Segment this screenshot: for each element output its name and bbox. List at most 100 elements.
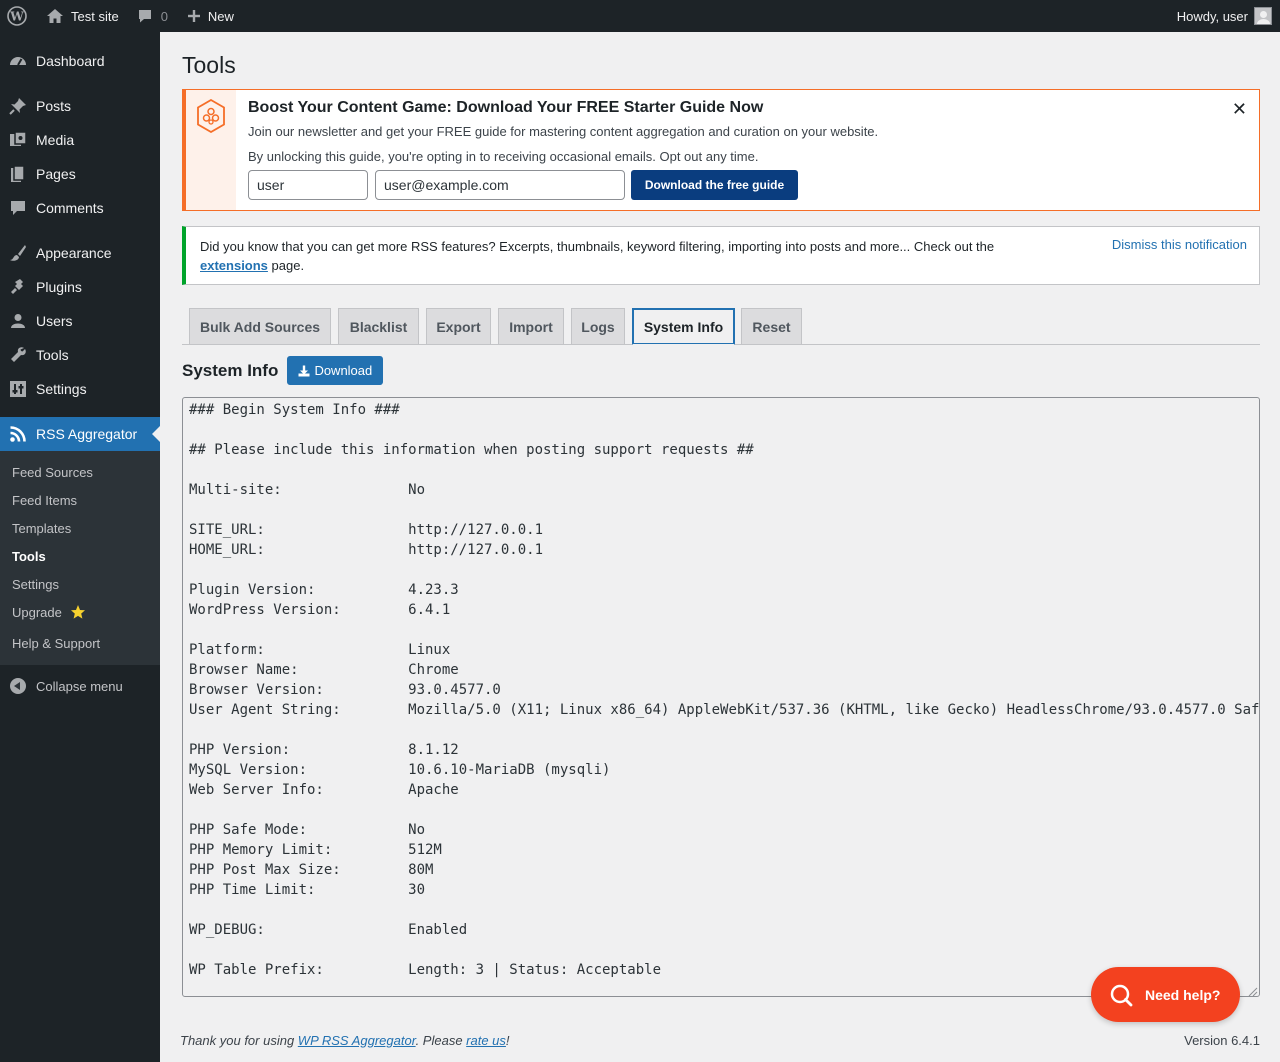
tab-export[interactable]: Export bbox=[426, 308, 491, 345]
dismiss-notification-link[interactable]: Dismiss this notification bbox=[1112, 237, 1247, 252]
download-label: Download bbox=[314, 363, 373, 378]
media-icon bbox=[8, 130, 28, 150]
my-account[interactable]: Howdy, user bbox=[1177, 7, 1280, 25]
collapse-menu-button[interactable]: Collapse menu bbox=[0, 669, 160, 703]
site-name-link[interactable]: Test site bbox=[37, 0, 127, 32]
menu-item-tools[interactable]: Tools bbox=[0, 338, 160, 372]
svg-text:W: W bbox=[9, 10, 24, 24]
system-info-title: System Info bbox=[182, 360, 279, 380]
comment-bubble-icon bbox=[135, 6, 155, 26]
download-button[interactable]: Download bbox=[287, 356, 384, 385]
user-icon bbox=[8, 311, 28, 331]
dashboard-icon bbox=[8, 51, 28, 71]
submenu-item-feed-items[interactable]: Feed Items bbox=[0, 486, 160, 514]
system-info-textarea[interactable]: ### Begin System Info ### ## Please incl… bbox=[182, 397, 1260, 997]
promo-text: Join our newsletter and get your FREE gu… bbox=[248, 124, 879, 139]
submenu-item-templates[interactable]: Templates bbox=[0, 514, 160, 542]
rss-submenu: Feed Sources Feed Items Templates Tools … bbox=[0, 451, 160, 665]
menu-label: Users bbox=[36, 313, 73, 329]
tab-bulk-add-sources[interactable]: Bulk Add Sources bbox=[189, 308, 331, 345]
menu-label: Posts bbox=[36, 98, 72, 114]
rss-icon bbox=[8, 424, 28, 444]
new-content-link[interactable]: New bbox=[176, 0, 242, 32]
menu-item-settings[interactable]: Settings bbox=[0, 372, 160, 406]
submenu-item-upgrade[interactable]: Upgrade bbox=[0, 598, 160, 626]
menu-label: Dashboard bbox=[36, 53, 105, 69]
star-icon bbox=[70, 604, 86, 620]
search-help-icon bbox=[1109, 983, 1133, 1007]
download-guide-button[interactable]: Download the free guide bbox=[631, 170, 798, 200]
promo-title: Boost Your Content Game: Download Your F… bbox=[248, 99, 764, 116]
pin-icon bbox=[8, 96, 28, 116]
promo-name-input[interactable] bbox=[248, 170, 368, 200]
plugin-link[interactable]: WP RSS Aggregator bbox=[298, 1033, 416, 1048]
hexagon-logo-icon bbox=[196, 98, 226, 210]
tab-reset[interactable]: Reset bbox=[741, 308, 802, 345]
notice-text: Did you know that you can get more RSS f… bbox=[200, 237, 1040, 275]
menu-label: Plugins bbox=[36, 279, 82, 295]
tab-system-info[interactable]: System Info bbox=[632, 308, 735, 345]
submenu-item-feed-sources[interactable]: Feed Sources bbox=[0, 458, 160, 486]
menu-label: Appearance bbox=[36, 245, 112, 261]
system-info-header: System Info Download bbox=[182, 356, 384, 385]
submenu-item-help-support[interactable]: Help & Support bbox=[0, 629, 160, 657]
tab-import[interactable]: Import bbox=[498, 308, 564, 345]
menu-item-rss-aggregator[interactable]: RSS Aggregator bbox=[0, 417, 160, 451]
tools-tabs: Bulk Add Sources Blacklist Export Import… bbox=[182, 308, 1260, 345]
notice-text-after: page. bbox=[267, 258, 305, 273]
wordpress-logo-icon[interactable]: W bbox=[0, 0, 37, 32]
menu-item-posts[interactable]: Posts bbox=[0, 89, 160, 123]
submenu-item-tools[interactable]: Tools bbox=[0, 542, 160, 570]
menu-label: Media bbox=[36, 132, 75, 148]
promo-optin-text: By unlocking this guide, you're opting i… bbox=[248, 149, 759, 164]
page-title: Tools bbox=[182, 52, 236, 78]
submenu-item-settings[interactable]: Settings bbox=[0, 570, 160, 598]
extensions-notice: Did you know that you can get more RSS f… bbox=[182, 226, 1260, 285]
wrench-icon bbox=[8, 345, 28, 365]
need-help-button[interactable]: Need help? bbox=[1091, 967, 1240, 1022]
menu-label: Comments bbox=[36, 200, 104, 216]
avatar bbox=[1254, 7, 1272, 25]
brush-icon bbox=[8, 243, 28, 263]
collapse-label: Collapse menu bbox=[36, 678, 123, 694]
rate-us-link[interactable]: rate us bbox=[466, 1033, 506, 1048]
footer-please-text: . Please bbox=[415, 1033, 467, 1048]
comment-icon bbox=[8, 198, 28, 218]
footer-end-text: ! bbox=[505, 1033, 510, 1048]
plug-icon bbox=[8, 277, 28, 297]
menu-item-pages[interactable]: Pages bbox=[0, 157, 160, 191]
promo-icon-box bbox=[186, 90, 236, 210]
footer-thanks: Thank you for using WP RSS Aggregator. P… bbox=[180, 1033, 510, 1048]
plus-icon bbox=[184, 6, 204, 26]
site-name: Test site bbox=[71, 8, 119, 24]
menu-item-appearance[interactable]: Appearance bbox=[0, 236, 160, 270]
admin-sidebar: Dashboard Posts Media Pages Comments App… bbox=[0, 32, 160, 1062]
promo-email-input[interactable] bbox=[375, 170, 625, 200]
menu-item-users[interactable]: Users bbox=[0, 304, 160, 338]
menu-item-dashboard[interactable]: Dashboard bbox=[0, 44, 160, 78]
need-help-label: Need help? bbox=[1145, 986, 1221, 1003]
admin-bar: W Test site 0 New Howdy, user bbox=[0, 0, 1280, 32]
new-label: New bbox=[207, 8, 234, 24]
settings-icon bbox=[8, 379, 28, 399]
menu-label: Pages bbox=[36, 166, 76, 182]
menu-item-plugins[interactable]: Plugins bbox=[0, 270, 160, 304]
howdy-text: Howdy, user bbox=[1176, 8, 1248, 24]
tab-logs[interactable]: Logs bbox=[571, 308, 625, 345]
pages-icon bbox=[8, 164, 28, 184]
upgrade-label: Upgrade bbox=[12, 604, 62, 620]
footer-version: Version 6.4.1 bbox=[1184, 1033, 1260, 1048]
comments-count: 0 bbox=[160, 8, 168, 24]
comments-link[interactable]: 0 bbox=[127, 0, 176, 32]
menu-item-comments[interactable]: Comments bbox=[0, 191, 160, 225]
extensions-link[interactable]: extensions bbox=[200, 258, 268, 273]
close-icon[interactable]: ✕ bbox=[1232, 100, 1247, 118]
promo-notice: Boost Your Content Game: Download Your F… bbox=[182, 89, 1260, 211]
menu-label: Tools bbox=[36, 347, 69, 363]
home-icon bbox=[45, 6, 65, 26]
resize-grip-icon[interactable] bbox=[1248, 985, 1258, 997]
tab-blacklist[interactable]: Blacklist bbox=[338, 308, 419, 345]
menu-item-media[interactable]: Media bbox=[0, 123, 160, 157]
menu-label: Settings bbox=[36, 381, 87, 397]
footer-thanks-text: Thank you for using bbox=[180, 1033, 298, 1048]
